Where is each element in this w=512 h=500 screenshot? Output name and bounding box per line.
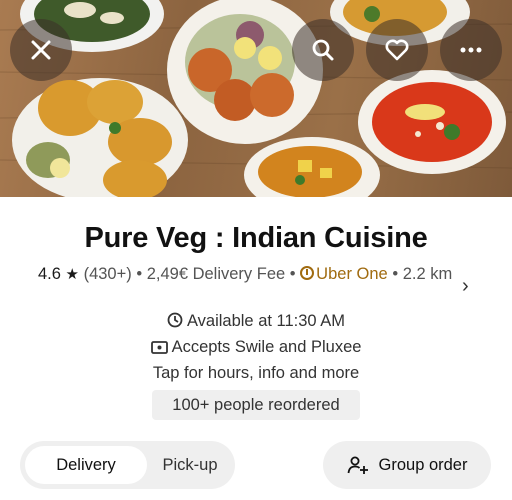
more-options-button[interactable] xyxy=(440,19,502,81)
payment-card-icon xyxy=(150,340,168,359)
heart-icon xyxy=(385,39,409,61)
restaurant-meta[interactable]: 4.6 ★ (430+) • 2,49€ Delivery Fee • Uber… xyxy=(38,262,468,287)
group-order-label: Group order xyxy=(378,455,468,474)
hero-image xyxy=(0,0,512,197)
delivery-option[interactable]: Delivery xyxy=(25,446,147,484)
availability-line: Available at 11:30 AM xyxy=(0,312,512,333)
star-icon: ★ xyxy=(65,266,79,283)
payments-text: Accepts Swile and Pluxee xyxy=(171,338,362,356)
search-icon xyxy=(312,39,334,61)
more-info-link[interactable]: Tap for hours, info and more xyxy=(0,364,512,383)
close-button[interactable] xyxy=(10,19,72,81)
availability-text: Available at 11:30 AM xyxy=(186,312,346,330)
restaurant-name: Pure Veg : Indian Cuisine xyxy=(84,222,428,254)
group-order-button[interactable]: Group order xyxy=(323,441,491,489)
rating-value: 4.6 xyxy=(38,265,61,283)
clock-icon xyxy=(167,312,183,333)
fulfillment-toggle[interactable]: Delivery Pick-up xyxy=(20,441,235,489)
pickup-option[interactable]: Pick-up xyxy=(150,446,230,484)
add-person-icon xyxy=(347,455,369,475)
delivery-fee: 2,49€ Delivery Fee xyxy=(146,265,286,283)
favorite-button[interactable] xyxy=(366,19,428,81)
reorder-badge: 100+ people reordered xyxy=(152,390,360,420)
separator: • xyxy=(136,265,143,283)
more-icon xyxy=(460,47,482,53)
separator: • xyxy=(289,265,296,283)
rating-count: (430+) xyxy=(83,265,132,283)
close-icon xyxy=(31,40,51,60)
uber-one-icon xyxy=(300,266,315,280)
chevron-right-icon[interactable]: › xyxy=(462,275,469,298)
uber-one-label: Uber One xyxy=(316,265,388,283)
distance: 2.2 km xyxy=(402,265,453,283)
separator: • xyxy=(392,265,399,283)
food-photo xyxy=(0,0,512,197)
payments-line: Accepts Swile and Pluxee xyxy=(0,338,512,359)
search-button[interactable] xyxy=(292,19,354,81)
